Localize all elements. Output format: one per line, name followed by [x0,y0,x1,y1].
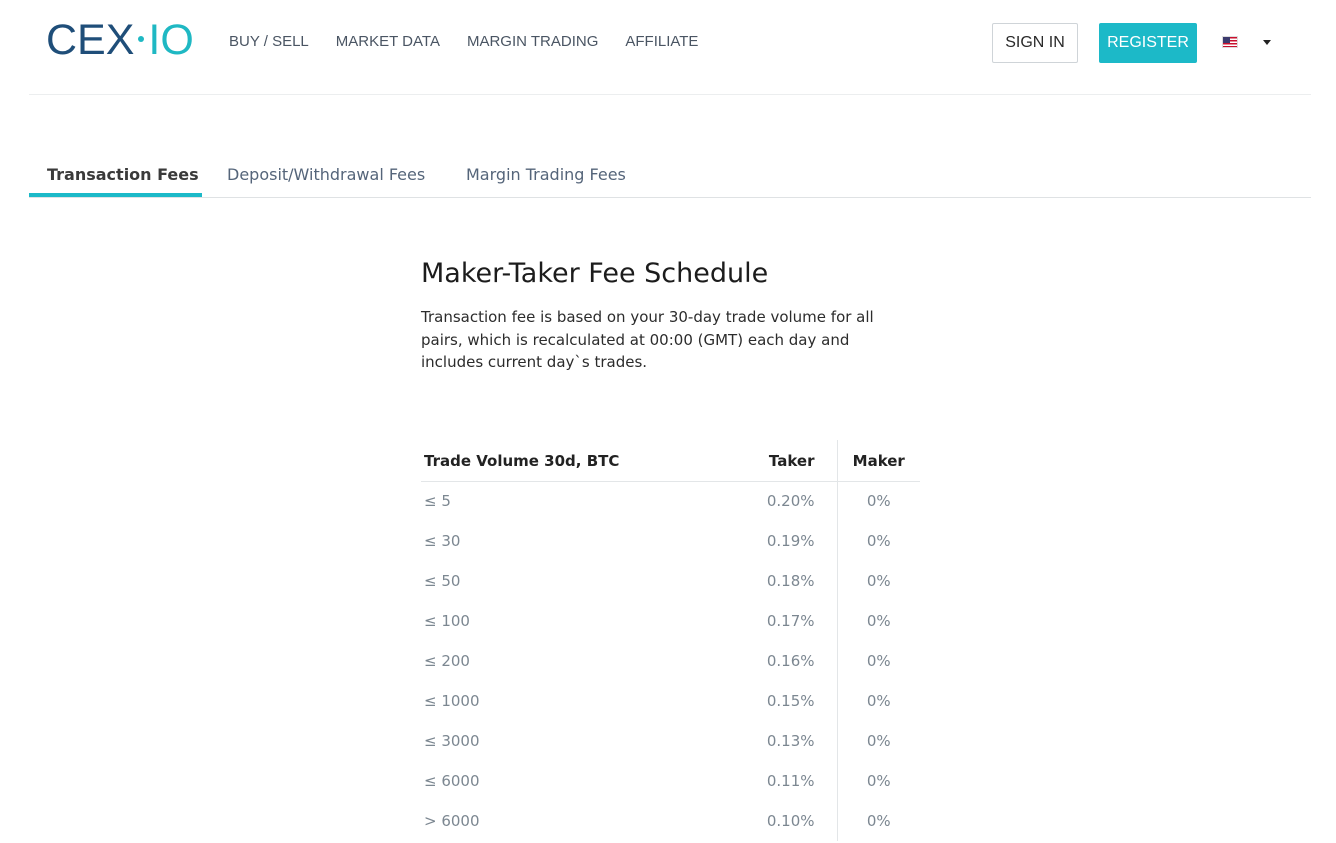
sign-in-button[interactable]: SIGN IN [992,23,1078,63]
row-taker-fee: 0.13% [766,732,815,750]
header-trade-volume: Trade Volume 30d, BTC [421,440,721,482]
row-maker-fee: 0% [836,721,920,761]
nav-affiliate[interactable]: AFFILIATE [625,33,698,51]
table-row: ≤ 100 0.17% 0% [421,601,920,641]
table-row: ≤ 200 0.16% 0% [421,641,920,681]
row-taker-fee: 0.11% [766,772,815,790]
row-maker-fee: 0% [836,561,920,601]
row-maker-fee: 0% [836,601,920,641]
row-taker-fee: 0.20% [766,492,815,511]
table-header-row: Trade Volume 30d, BTC Taker Maker [421,440,920,482]
page-title: Maker-Taker Fee Schedule [421,258,769,289]
row-taker-fee: 0.15% [766,692,815,710]
fee-description: Transaction fee is based on your 30-day … [421,308,874,371]
row-volume: > 6000 [424,812,480,830]
active-tab-indicator [29,193,202,197]
fee-table: Trade Volume 30d, BTC Taker Maker ≤ 5 0.… [421,440,920,841]
nav-buy-sell[interactable]: BUY / SELL [229,33,309,51]
us-flag-icon [1222,36,1238,48]
table-row: ≤ 50 0.18% 0% [421,561,920,601]
row-maker-fee: 0% [836,481,920,521]
main-nav: BUY / SELL MARKET DATA MARGIN TRADING AF… [229,33,725,51]
table-row: ≤ 3000 0.13% 0% [421,721,920,761]
table-row: ≤ 30 0.19% 0% [421,521,920,561]
row-volume: ≤ 3000 [424,732,480,750]
cex-io-logo[interactable]: CEX IO [46,18,194,62]
table-row: ≤ 6000 0.11% 0% [421,761,920,801]
row-maker-fee: 0% [836,801,920,841]
row-maker-fee: 0% [836,521,920,561]
logo-text-right: IO [148,16,194,64]
tab-transaction-fees[interactable]: Transaction Fees [47,165,199,184]
site-header: CEX IO BUY / SELL MARKET DATA MARGIN TRAD… [0,0,1336,86]
row-maker-fee: 0% [836,641,920,681]
header-taker: Taker [721,440,837,482]
header-divider [29,94,1311,95]
language-selector[interactable] [1222,36,1271,48]
row-maker-fee: 0% [836,681,920,721]
logo-dot [138,36,145,42]
table-row: > 6000 0.10% 0% [421,801,920,841]
fee-tabs: Transaction Fees Deposit/Withdrawal Fees… [29,158,1311,198]
row-maker-fee: 0% [836,761,920,801]
nav-market-data[interactable]: MARKET DATA [336,33,440,51]
row-volume: ≤ 5 [424,492,451,511]
row-volume: ≤ 30 [424,532,461,550]
row-volume: ≤ 200 [424,652,470,670]
logo-text-left: CEX [46,16,135,64]
header-maker: Maker [836,440,920,482]
row-volume: ≤ 100 [424,612,470,630]
caret-down-icon [1263,39,1271,45]
row-taker-fee: 0.10% [766,812,815,830]
row-volume: ≤ 1000 [424,692,480,710]
register-button[interactable]: REGISTER [1099,23,1197,63]
row-taker-fee: 0.19% [766,532,815,550]
tab-deposit-withdrawal-fees[interactable]: Deposit/Withdrawal Fees [227,165,425,184]
table-row: ≤ 1000 0.15% 0% [421,681,920,721]
row-volume: ≤ 6000 [424,772,480,790]
row-taker-fee: 0.18% [766,572,815,590]
row-volume: ≤ 50 [424,572,461,590]
fee-schedule-section: Maker-Taker Fee Schedule Transaction fee… [421,254,921,374]
row-taker-fee: 0.16% [766,652,815,670]
tab-margin-trading-fees[interactable]: Margin Trading Fees [466,165,626,184]
table-row: ≤ 5 0.20% 0% [421,481,920,521]
nav-margin-trading[interactable]: MARGIN TRADING [467,33,598,51]
row-taker-fee: 0.17% [766,612,815,630]
